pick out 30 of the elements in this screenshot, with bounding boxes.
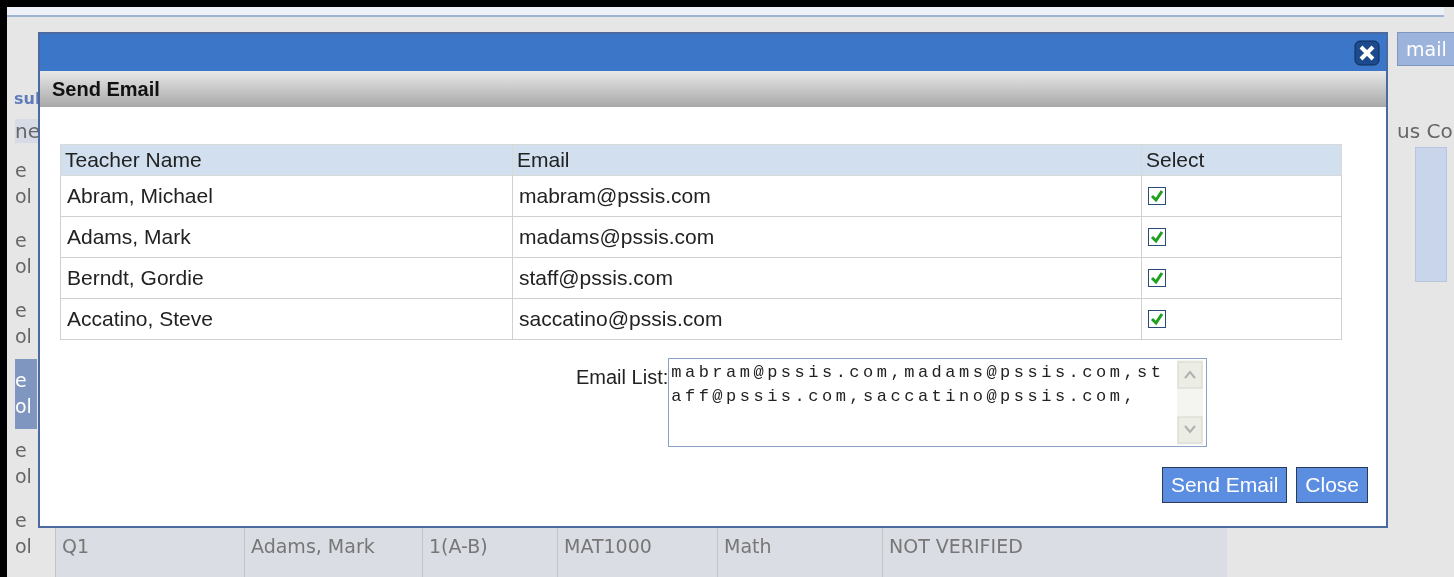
table-cell[interactable]: e ol bbox=[15, 359, 37, 429]
dialog-button[interactable]: Send Email bbox=[1161, 467, 1288, 503]
email-list-label: Email List: bbox=[576, 365, 669, 390]
column-header: Teacher Name bbox=[60, 144, 513, 176]
table-cell[interactable]: e ol bbox=[15, 289, 37, 359]
table-cell: madams@pssis.com bbox=[512, 216, 1142, 258]
table-cell: saccatino@pssis.com bbox=[512, 298, 1142, 340]
checkbox[interactable] bbox=[1148, 228, 1166, 246]
close-icon[interactable] bbox=[1354, 40, 1380, 66]
table-cell: mabram@pssis.com bbox=[512, 175, 1142, 217]
email-list-field[interactable]: mabram@pssis.com,madams@pssis.com,staff@pssis.com,saccatino@pssis.com, bbox=[668, 358, 1208, 447]
table-cell: Abram, Michael bbox=[60, 175, 513, 217]
table-cell[interactable]: e ol bbox=[15, 429, 37, 499]
checkbox[interactable] bbox=[1148, 310, 1166, 328]
dialog-title: Send Email bbox=[40, 71, 1386, 107]
checkbox[interactable] bbox=[1148, 187, 1166, 205]
table-cell[interactable]: e ol bbox=[15, 499, 37, 569]
dialog-button[interactable]: Close bbox=[1296, 467, 1368, 503]
table-cell: Berndt, Gordie bbox=[60, 257, 513, 299]
table-cell: staff@pssis.com bbox=[512, 257, 1142, 299]
table-cell[interactable]: e ol bbox=[15, 219, 37, 289]
scrollbar[interactable] bbox=[1176, 359, 1205, 446]
scrollbar[interactable] bbox=[1415, 147, 1447, 282]
checkbox[interactable] bbox=[1148, 269, 1166, 287]
column-header: Email bbox=[512, 144, 1142, 176]
column-header: Select bbox=[1141, 144, 1342, 176]
column-header: us Co bbox=[1397, 119, 1453, 143]
table-cell: Accatino, Steve bbox=[60, 298, 513, 340]
table-cell: Adams, Mark bbox=[60, 216, 513, 258]
table-cell[interactable]: e ol bbox=[15, 149, 37, 219]
